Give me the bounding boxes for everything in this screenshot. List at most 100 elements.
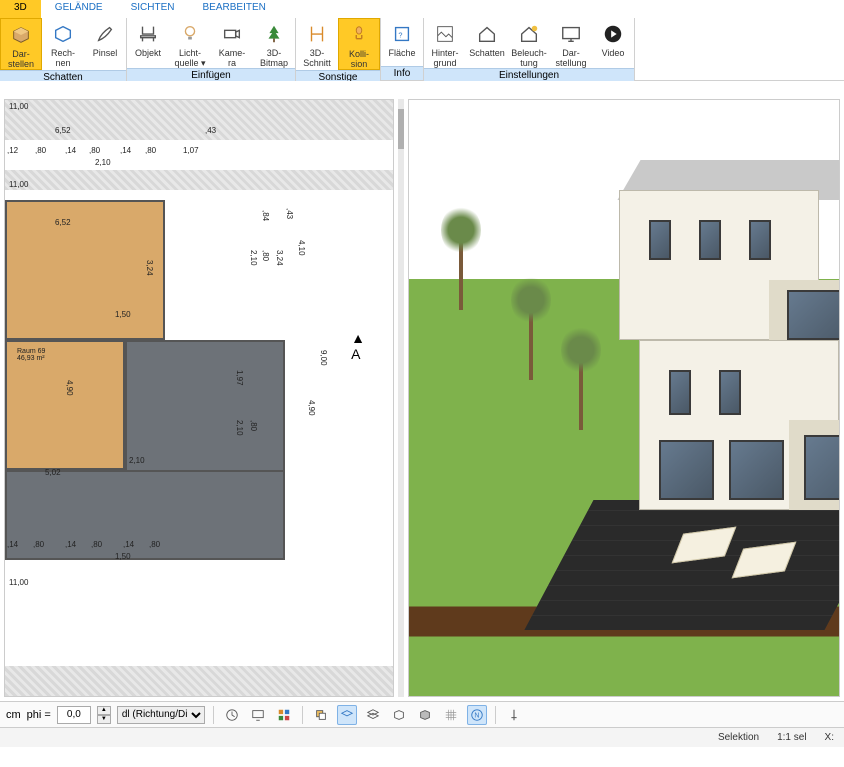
brush-icon	[93, 22, 117, 46]
dim-label: ,14	[65, 540, 76, 549]
camera-icon	[220, 22, 244, 46]
tab-gelaende[interactable]: GELÄNDE	[41, 0, 117, 18]
beleuchtung-label: Beleuch- tung	[511, 48, 547, 68]
lichtquelle-label: Licht- quelle ▾	[174, 48, 205, 68]
schatten-label: Schatten	[469, 48, 505, 58]
monitor-icon[interactable]	[248, 705, 268, 725]
dim-label: 11,00	[9, 578, 28, 587]
unit-label: cm	[6, 709, 21, 721]
darstellen-button[interactable]: Dar- stellen	[0, 18, 42, 70]
flaeche-button[interactable]: ? Fläche	[381, 18, 423, 66]
dim-label: ,80	[91, 540, 102, 549]
north-arrow-icon: ▲A	[351, 330, 365, 362]
kollision-button[interactable]: Kolli- sion	[338, 18, 380, 70]
kamera-label: Kame- ra	[219, 48, 246, 68]
svg-text:N: N	[474, 712, 479, 719]
status-bar: Selektion 1:1 sel X:	[0, 727, 844, 747]
dim-label: 2,10	[129, 456, 145, 465]
dim-label: ,14	[120, 146, 131, 155]
schnitt3d-button[interactable]: 3D- Schnitt	[296, 18, 338, 70]
rechnen-label: Rech- nen	[51, 48, 75, 68]
video-button[interactable]: Video	[592, 18, 634, 68]
svg-text:?: ?	[398, 31, 402, 40]
layers-front-icon[interactable]	[311, 705, 331, 725]
schatten-button[interactable]: Schatten	[466, 18, 508, 68]
layers-flat-icon[interactable]	[337, 705, 357, 725]
group-einstellungen: Hinter- grund Schatten Beleuch- tung	[424, 18, 635, 80]
house-shadow-icon	[475, 22, 499, 46]
dim-label: ,80	[249, 420, 258, 431]
flaeche-label: Fläche	[388, 48, 415, 58]
bottom-toolbar: cm phi = ▲ ▼ dl (Richtung/Di N	[0, 701, 844, 727]
tab-3d[interactable]: 3D	[0, 0, 41, 18]
video-label: Video	[602, 48, 625, 58]
dim-label: ,80	[261, 250, 270, 261]
cube-outline-icon[interactable]	[389, 705, 409, 725]
rechnen-button[interactable]: Rech- nen	[42, 18, 84, 70]
swatch-icon[interactable]	[274, 705, 294, 725]
tree-icon	[262, 22, 286, 46]
objekt-button[interactable]: Objekt	[127, 18, 169, 68]
dim-label: ,12	[7, 146, 18, 155]
cube-shadow-icon	[9, 23, 33, 47]
dim-label: 4,90	[307, 400, 316, 416]
darstellen-label: Dar- stellen	[8, 49, 34, 69]
lichtquelle-button[interactable]: Licht- quelle ▾	[169, 18, 211, 68]
tab-bearbeiten[interactable]: BEARBEITEN	[189, 0, 280, 18]
layers-stack-icon[interactable]	[363, 705, 383, 725]
dim-label: ,80	[145, 146, 156, 155]
dim-label: ,84	[261, 210, 270, 221]
render-view-3d[interactable]	[408, 99, 840, 697]
dim-label: 1,50	[115, 310, 131, 319]
group-info: ? Fläche Info	[381, 18, 424, 80]
clock-icon[interactable]	[222, 705, 242, 725]
dim-label: ,14	[123, 540, 134, 549]
beleuchtung-button[interactable]: Beleuch- tung	[508, 18, 550, 68]
section-icon	[305, 22, 329, 46]
objekt-label: Objekt	[135, 48, 161, 58]
area-icon: ?	[390, 22, 414, 46]
background-icon	[433, 22, 457, 46]
dim-label: 9,00	[319, 350, 328, 366]
dim-label: ,43	[285, 208, 294, 219]
group-einstellungen-label: Einstellungen	[424, 68, 634, 82]
dl-select[interactable]: dl (Richtung/Di	[117, 706, 205, 724]
cube-solid-icon[interactable]	[415, 705, 435, 725]
dim-label: ,80	[149, 540, 160, 549]
group-info-label: Info	[381, 66, 423, 80]
hintergrund-button[interactable]: Hinter- grund	[424, 18, 466, 68]
dim-label: 3,24	[145, 260, 154, 276]
dim-label: ,14	[65, 146, 76, 155]
pin-icon[interactable]	[504, 705, 524, 725]
dim-label: 1,07	[183, 146, 199, 155]
tab-sichten[interactable]: SICHTEN	[117, 0, 189, 18]
dim-label: ,14	[7, 540, 18, 549]
pinsel-button[interactable]: Pinsel	[84, 18, 126, 70]
dim-label: 6,52	[55, 126, 71, 135]
ribbon-tabs: 3D GELÄNDE SICHTEN BEARBEITEN	[0, 0, 844, 18]
splitter-handle-icon	[398, 109, 404, 149]
darstellung-label: Dar- stellung	[555, 48, 586, 68]
plan-view-2d[interactable]: 11,00 6,52 ,43 ,12 ,80 ,14 ,80 ,14 ,80 1…	[4, 99, 394, 697]
phi-input[interactable]	[57, 706, 91, 724]
pane-splitter[interactable]	[398, 99, 404, 697]
phi-down-button[interactable]: ▼	[97, 715, 111, 724]
dim-label: 1,97	[235, 370, 244, 386]
bitmap3d-button[interactable]: 3D- Bitmap	[253, 18, 295, 68]
dim-label: 6,52	[55, 218, 71, 227]
ribbon-toolbar: Dar- stellen Rech- nen Pinsel Schatten	[0, 18, 844, 80]
phi-spinner[interactable]: ▲ ▼	[97, 706, 111, 724]
phi-up-button[interactable]: ▲	[97, 706, 111, 715]
dim-label: ,80	[89, 146, 100, 155]
dim-label: 11,00	[9, 102, 28, 111]
dim-label: ,80	[33, 540, 44, 549]
status-scale: 1:1 sel	[777, 732, 806, 743]
kamera-button[interactable]: Kame- ra	[211, 18, 253, 68]
dim-label: 11,00	[9, 180, 28, 189]
darstellung-button[interactable]: Dar- stellung	[550, 18, 592, 68]
grid-icon[interactable]	[441, 705, 461, 725]
lightbulb-icon	[178, 22, 202, 46]
north-toggle-icon[interactable]: N	[467, 705, 487, 725]
dim-label: 2,10	[235, 420, 244, 436]
pinsel-label: Pinsel	[93, 48, 118, 58]
